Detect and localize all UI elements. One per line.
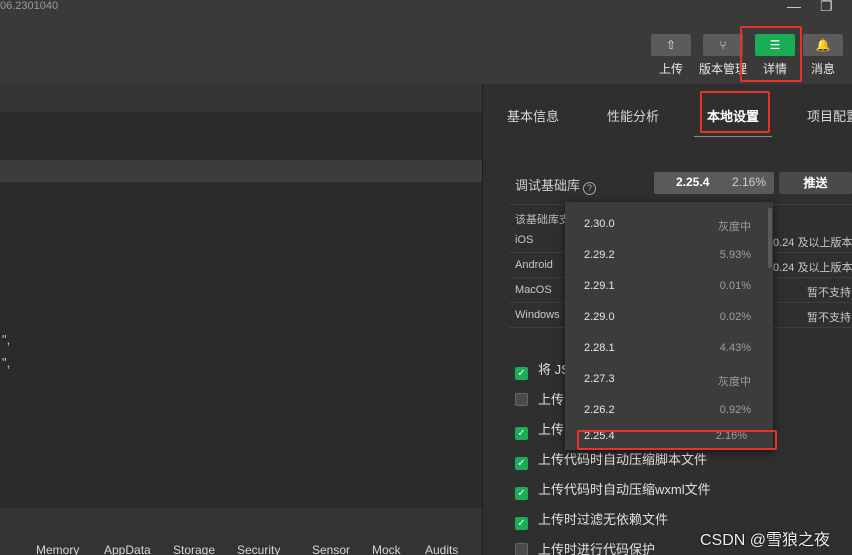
option-version: 2.29.0: [584, 311, 615, 323]
watermark: CSDN @雪狼之夜: [700, 532, 831, 549]
upload-button[interactable]: ⇧ 上传: [646, 34, 696, 77]
bell-icon: 🔔: [803, 34, 843, 56]
option-version: 2.29.2: [584, 249, 615, 261]
setting-row[interactable]: 上传时进行代码保护: [515, 539, 655, 555]
tab-security[interactable]: Security: [237, 543, 280, 555]
setting-label: 上传代码时自动压缩wxml文件: [538, 482, 711, 497]
tab-project-config[interactable]: 项目配置: [807, 106, 852, 125]
debug-lib-label: 调试基础库: [515, 178, 581, 193]
dropdown-option[interactable]: 2.29.0 0.02%: [565, 299, 765, 330]
code-line: ",: [2, 355, 11, 370]
minimize-icon[interactable]: —: [787, 0, 801, 14]
top-toolbar: 06.2301040 — ❐ ⇧ 上传 ⑂ 版本管理 ☰ 详情 🔔 消息: [0, 0, 852, 84]
platform-windows: Windows: [515, 309, 560, 321]
option-percent: 0.92%: [719, 404, 751, 416]
checkbox[interactable]: ✓: [515, 427, 528, 440]
option-percent: 4.43%: [719, 342, 751, 354]
devtools-tabs: Memory AppData Storage Security Sensor M…: [0, 543, 482, 555]
dropdown-option[interactable]: 2.27.3 灰度中: [565, 361, 765, 392]
platform-android: Android: [515, 259, 553, 271]
option-percent: 0.01%: [719, 280, 751, 292]
option-percent: 0.02%: [719, 311, 751, 323]
highlight-details-button: [740, 26, 802, 82]
setting-label: 上传: [538, 422, 565, 437]
checkbox[interactable]: ✓: [515, 457, 528, 470]
platform-windows-value: 暂不支持: [807, 312, 851, 324]
setting-row[interactable]: ✓ 上传时过滤无依赖文件: [515, 509, 668, 530]
dropdown-scrollbar[interactable]: [768, 208, 772, 268]
selected-version: 2.25.4: [676, 175, 710, 189]
highlight-selected-version: [577, 430, 777, 450]
option-percent: 5.93%: [719, 249, 751, 261]
support-note: 该基础库支: [515, 214, 570, 226]
editor-tab-strip: [0, 84, 482, 112]
upload-icon: ⇧: [651, 34, 691, 56]
help-icon[interactable]: ?: [583, 182, 597, 195]
platform-android-value: 0.24 及以上版本: [773, 262, 852, 274]
option-version: 2.29.1: [584, 280, 615, 292]
platform-ios: iOS: [515, 234, 534, 246]
option-version: 2.26.2: [584, 404, 615, 416]
dropdown-option[interactable]: 2.26.2 0.92%: [565, 392, 765, 423]
tab-memory[interactable]: Memory: [36, 543, 79, 555]
setting-label: 上传时进行代码保护: [538, 542, 656, 555]
active-tab-underline: [694, 136, 772, 137]
checkbox[interactable]: ✓: [515, 487, 528, 500]
branch-icon: ⑂: [703, 34, 743, 56]
debug-lib-select[interactable]: 2.25.4 2.16%: [654, 172, 774, 194]
dropdown-option[interactable]: 2.28.1 4.43%: [565, 330, 765, 361]
tab-sensor[interactable]: Sensor: [312, 543, 350, 555]
highlight-local-settings-tab: [700, 91, 770, 133]
setting-row[interactable]: 上传: [515, 389, 564, 408]
checkbox[interactable]: [515, 543, 528, 555]
messages-button[interactable]: 🔔 消息: [798, 34, 848, 77]
setting-row[interactable]: ✓ 将 JS: [515, 359, 570, 380]
setting-label: 上传代码时自动压缩脚本文件: [538, 452, 708, 467]
debug-lib-row: 调试基础库?: [515, 175, 597, 195]
dropdown-option[interactable]: 2.29.1 0.01%: [565, 268, 765, 299]
messages-label: 消息: [810, 62, 835, 76]
version-text: 06.2301040: [0, 0, 59, 12]
dropdown-option[interactable]: 2.29.2 5.93%: [565, 237, 765, 268]
tab-performance[interactable]: 性能分析: [607, 106, 659, 125]
setting-label: 上传: [538, 392, 565, 407]
checkbox[interactable]: ✓: [515, 367, 528, 380]
tab-basic-info[interactable]: 基本信息: [507, 106, 559, 125]
platform-macos-value: 暂不支持: [807, 287, 851, 299]
option-version: 2.27.3: [584, 373, 615, 385]
option-version: 2.30.0: [584, 218, 615, 230]
version-dropdown[interactable]: 2.30.0 灰度中 2.29.2 5.93% 2.29.1 0.01% 2.2…: [565, 202, 773, 450]
selected-percent: 2.16%: [731, 175, 766, 189]
editor-highlight-line: [0, 160, 482, 182]
editor-area[interactable]: ", ",: [0, 84, 482, 555]
setting-row[interactable]: ✓ 上传代码时自动压缩wxml文件: [515, 479, 711, 500]
push-button[interactable]: 推送: [779, 172, 852, 194]
option-percent: 灰度中: [718, 221, 751, 233]
tab-mock[interactable]: Mock: [372, 543, 401, 555]
tab-audits[interactable]: Audits: [425, 543, 458, 555]
option-percent: 灰度中: [718, 376, 751, 388]
setting-label: 上传时过滤无依赖文件: [538, 512, 669, 527]
option-version: 2.28.1: [584, 342, 615, 354]
setting-row[interactable]: ✓ 上传代码时自动压缩脚本文件: [515, 449, 707, 470]
tab-storage[interactable]: Storage: [173, 543, 215, 555]
tab-appdata[interactable]: AppData: [104, 543, 151, 555]
setting-row[interactable]: ✓ 上传: [515, 419, 564, 440]
checkbox[interactable]: [515, 393, 528, 406]
upload-label: 上传: [658, 62, 683, 76]
platform-ios-value: 0.24 及以上版本: [773, 237, 852, 249]
platform-macos: MacOS: [515, 284, 552, 296]
code-line: ",: [2, 332, 11, 347]
checkbox[interactable]: ✓: [515, 517, 528, 530]
dropdown-option[interactable]: 2.30.0 灰度中: [565, 206, 765, 237]
restore-icon[interactable]: ❐: [820, 0, 833, 15]
